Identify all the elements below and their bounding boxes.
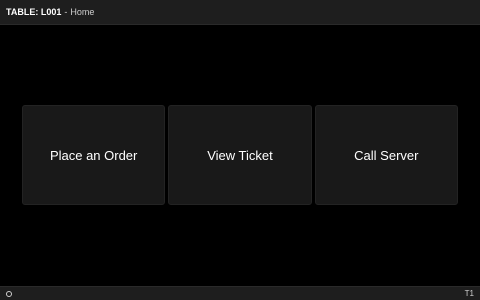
- footer-bar: T1: [0, 286, 480, 300]
- page-title: Home: [70, 7, 95, 17]
- action-tiles: Place an Order View Ticket Call Server: [22, 105, 458, 205]
- table-id-label: TABLE: L001: [6, 7, 62, 17]
- place-order-button[interactable]: Place an Order: [22, 105, 166, 205]
- gear-icon[interactable]: [6, 290, 12, 297]
- header-separator: -: [64, 7, 68, 17]
- app-screen: TABLE: L001 - Home Place an Order View T…: [0, 0, 480, 300]
- terminal-label: T1: [464, 289, 474, 298]
- view-ticket-button[interactable]: View Ticket: [168, 105, 312, 205]
- header-bar: TABLE: L001 - Home: [0, 0, 480, 25]
- call-server-button[interactable]: Call Server: [314, 105, 458, 205]
